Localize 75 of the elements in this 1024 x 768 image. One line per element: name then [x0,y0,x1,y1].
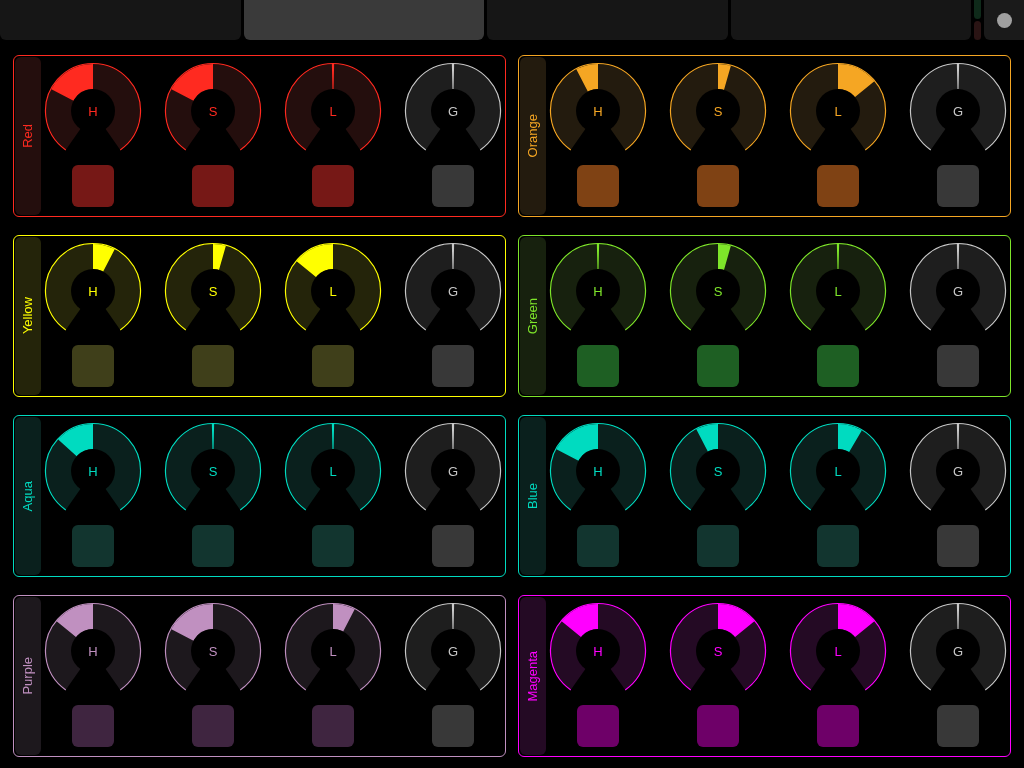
knob-label: L [834,104,842,119]
panel-label: Yellow [19,297,37,335]
pad-button[interactable] [937,165,979,207]
knob-label: H [593,464,603,479]
pad-button[interactable] [937,525,979,567]
pad-button[interactable] [72,705,114,747]
knob-label: G [952,284,964,299]
knob-label: L [329,104,337,119]
knob-label: H [88,284,98,299]
knob-label: G [952,644,964,659]
tab-button[interactable] [243,0,484,40]
pad-button[interactable] [72,525,114,567]
panel-label: Magenta [524,650,542,702]
knob-label: H [593,104,603,119]
knob-label: H [88,464,98,479]
pad-button[interactable] [817,705,859,747]
panel-label: Red [19,124,37,148]
pad-button[interactable] [817,165,859,207]
pad-button[interactable] [312,165,354,207]
pad-button[interactable] [72,165,114,207]
knob-label: H [88,104,98,119]
pad-button[interactable] [432,345,474,387]
pad-button[interactable] [817,345,859,387]
panel-label: Blue [524,483,542,509]
pad-button[interactable] [192,165,234,207]
pad-button[interactable] [577,525,619,567]
pad-button[interactable] [577,165,619,207]
knob-label: L [329,644,337,659]
level-meter-drawing [974,0,981,40]
pad-button[interactable] [432,165,474,207]
pad-button[interactable] [432,525,474,567]
pad-button[interactable] [817,525,859,567]
knob-label: H [593,284,603,299]
knob-label: L [329,284,337,299]
knob-label: G [447,284,459,299]
panel-label: Orange [524,114,542,158]
panel-label: Green [524,297,542,335]
knob-label: S [713,644,723,659]
knob-label: G [447,104,459,119]
knob-label: S [208,104,218,119]
knob-label: S [713,284,723,299]
knob-label: G [952,464,964,479]
pad-button[interactable] [577,345,619,387]
knob-label: S [208,644,218,659]
pad-button[interactable] [697,345,739,387]
knob-label: G [952,104,964,119]
pad-button[interactable] [577,705,619,747]
knob-label: H [593,644,603,659]
knob-label: S [713,464,723,479]
knob-label: L [834,644,842,659]
pad-button[interactable] [192,345,234,387]
pad-button[interactable] [432,705,474,747]
knob-label: G [447,464,459,479]
pad-button[interactable] [192,705,234,747]
knob-label: L [834,464,842,479]
pad-button[interactable] [697,705,739,747]
knob-label: H [88,644,98,659]
knob-label: S [208,284,218,299]
knob-label: G [447,644,459,659]
circle-button[interactable] [984,0,1024,40]
panel-label: Aqua [19,480,37,512]
pad-button[interactable] [697,525,739,567]
panel-label: Purple [19,657,37,695]
knob-label: L [834,284,842,299]
pad-button[interactable] [937,345,979,387]
pad-button[interactable] [72,345,114,387]
pad-button[interactable] [312,345,354,387]
pad-button[interactable] [697,165,739,207]
pad-button[interactable] [192,525,234,567]
pad-button[interactable] [312,705,354,747]
pad-button[interactable] [312,525,354,567]
pad-button[interactable] [937,705,979,747]
knob-label: L [329,464,337,479]
knob-label: S [713,104,723,119]
knob-label: S [208,464,218,479]
